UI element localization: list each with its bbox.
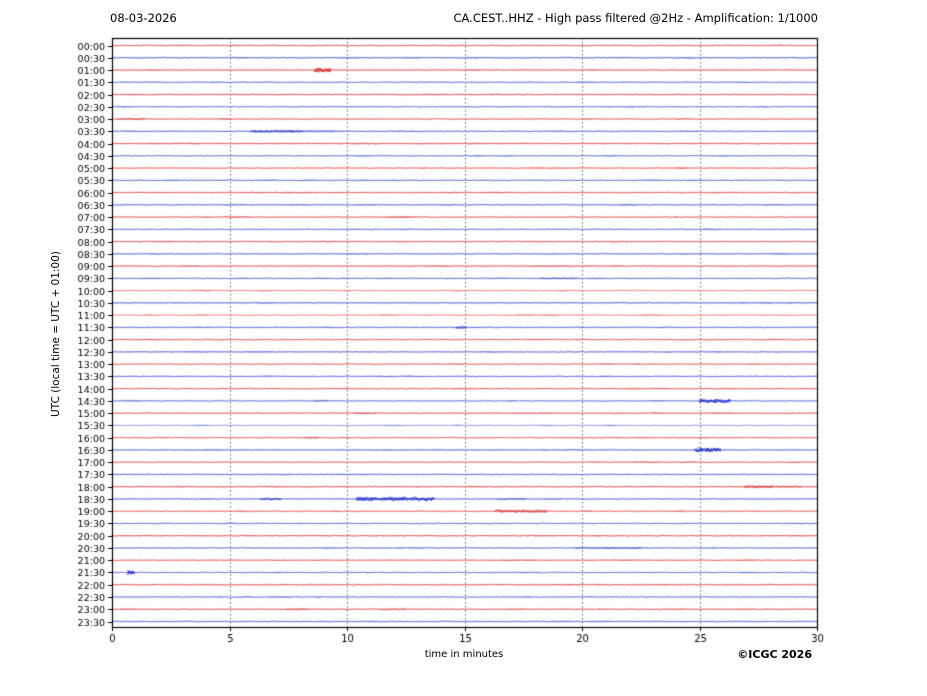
helicorder-plot-canvas bbox=[0, 0, 927, 696]
station-title: CA.CEST..HHZ - High pass filtered @2Hz -… bbox=[453, 11, 818, 25]
helicorder-figure: 08-03-2026 CA.CEST..HHZ - High pass filt… bbox=[0, 0, 927, 696]
x-axis-label: time in minutes bbox=[424, 649, 504, 660]
copyright-label: ©ICGC 2026 bbox=[737, 648, 812, 661]
y-axis-label: UTC (local time = UTC + 01:00) bbox=[50, 251, 62, 417]
date-title: 08-03-2026 bbox=[110, 11, 177, 25]
